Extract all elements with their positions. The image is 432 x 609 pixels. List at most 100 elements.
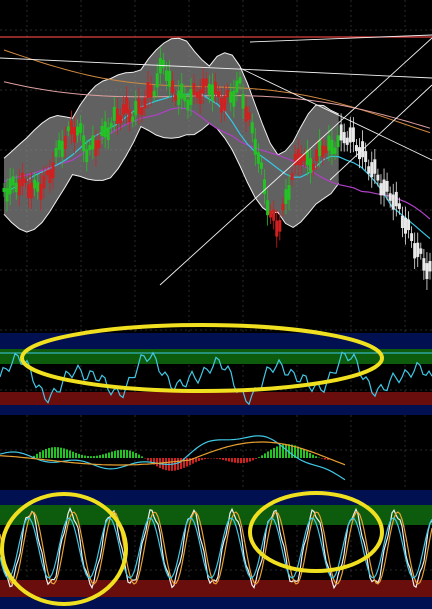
macd-bar xyxy=(186,458,188,467)
macd-bar xyxy=(225,458,227,461)
candle-body xyxy=(419,248,423,254)
macd-bar xyxy=(303,449,305,458)
candle-body xyxy=(39,183,43,200)
candle-body xyxy=(235,80,239,93)
candle-body xyxy=(253,138,257,155)
macd-bar xyxy=(321,458,323,459)
candle-body xyxy=(342,132,346,144)
macd-bar xyxy=(222,458,224,460)
candle-body xyxy=(370,162,374,178)
macd-bar xyxy=(36,453,38,458)
macd-bar xyxy=(219,458,221,460)
macd-bar xyxy=(246,458,248,463)
candle-body xyxy=(57,140,61,150)
candle-body xyxy=(48,169,52,184)
macd-bar xyxy=(99,455,101,458)
candle-body xyxy=(345,137,349,145)
macd-bar xyxy=(177,458,179,470)
macd-bar xyxy=(129,450,131,458)
candle-body xyxy=(33,179,37,189)
macd-bar xyxy=(108,452,110,458)
candle-body xyxy=(174,94,178,101)
macd-bar xyxy=(90,456,92,458)
candle-body xyxy=(106,127,110,141)
candle-body xyxy=(244,106,248,122)
macd-bar xyxy=(60,447,62,458)
macd-bar xyxy=(255,458,257,459)
candle-body xyxy=(103,121,107,138)
macd-bar xyxy=(180,458,182,470)
candle-body xyxy=(189,88,193,105)
macd-bar xyxy=(216,458,218,459)
macd-bar xyxy=(114,450,116,458)
macd-bar xyxy=(48,447,50,458)
candle-body xyxy=(122,104,126,115)
candle-body xyxy=(351,127,355,142)
macd-bar xyxy=(240,458,242,464)
candle-body xyxy=(394,191,398,207)
candle-body xyxy=(42,175,46,189)
candle-body xyxy=(54,148,58,157)
candle-body xyxy=(247,112,251,120)
macd-bar xyxy=(63,448,65,458)
candle-body xyxy=(327,135,331,151)
macd-bar xyxy=(78,453,80,458)
candle-body xyxy=(51,162,55,179)
candle-body xyxy=(23,178,27,183)
candle-body xyxy=(125,97,129,114)
candle-body xyxy=(69,120,73,135)
macd-bar xyxy=(84,455,86,458)
macd-bar xyxy=(237,458,239,464)
candle-body xyxy=(269,210,273,218)
candle-body xyxy=(263,179,267,194)
macd-bar xyxy=(69,450,71,458)
macd-bar xyxy=(141,456,143,458)
candle-body xyxy=(76,126,80,136)
candle-body xyxy=(428,261,432,272)
macd-bar xyxy=(42,450,44,458)
candle-body xyxy=(66,126,70,132)
macd-bar xyxy=(102,454,104,458)
candle-body xyxy=(45,170,49,175)
candle-body xyxy=(284,189,288,205)
candle-body xyxy=(318,140,322,157)
macd-bar xyxy=(120,449,122,458)
candle-body xyxy=(164,70,168,81)
candle-body xyxy=(324,146,328,154)
candle-body xyxy=(376,174,380,181)
candle-body xyxy=(177,90,181,105)
macd-bar xyxy=(57,447,59,458)
candle-body xyxy=(407,219,411,231)
candle-body xyxy=(5,188,9,202)
candle-body xyxy=(97,139,101,149)
candle-body xyxy=(82,135,86,152)
macd-bar xyxy=(198,458,200,461)
macd-bar xyxy=(132,451,134,458)
candle-body xyxy=(364,151,368,163)
macd-bar xyxy=(252,458,254,461)
candle-body xyxy=(232,90,236,107)
candle-body xyxy=(167,70,171,87)
candle-body xyxy=(220,98,224,113)
candle-body xyxy=(290,173,294,180)
candle-body xyxy=(186,99,190,111)
macd-bar xyxy=(249,458,251,462)
candle-body xyxy=(379,183,383,196)
candle-body xyxy=(2,188,6,192)
candle-body xyxy=(115,108,119,125)
macd-bar xyxy=(276,446,278,458)
candle-body xyxy=(256,152,260,164)
candle-body xyxy=(275,220,279,237)
candle-body xyxy=(397,203,401,209)
candle-body xyxy=(238,77,242,84)
candle-body xyxy=(171,80,175,93)
macd-bar xyxy=(105,453,107,458)
candle-body xyxy=(63,135,67,149)
macd-bar xyxy=(138,454,140,458)
candle-body xyxy=(321,145,325,157)
stoch-oversold-band xyxy=(0,580,432,597)
candle-body xyxy=(339,124,343,141)
candle-body xyxy=(8,178,12,195)
candle-body xyxy=(259,162,263,169)
macd-bar xyxy=(231,458,233,463)
